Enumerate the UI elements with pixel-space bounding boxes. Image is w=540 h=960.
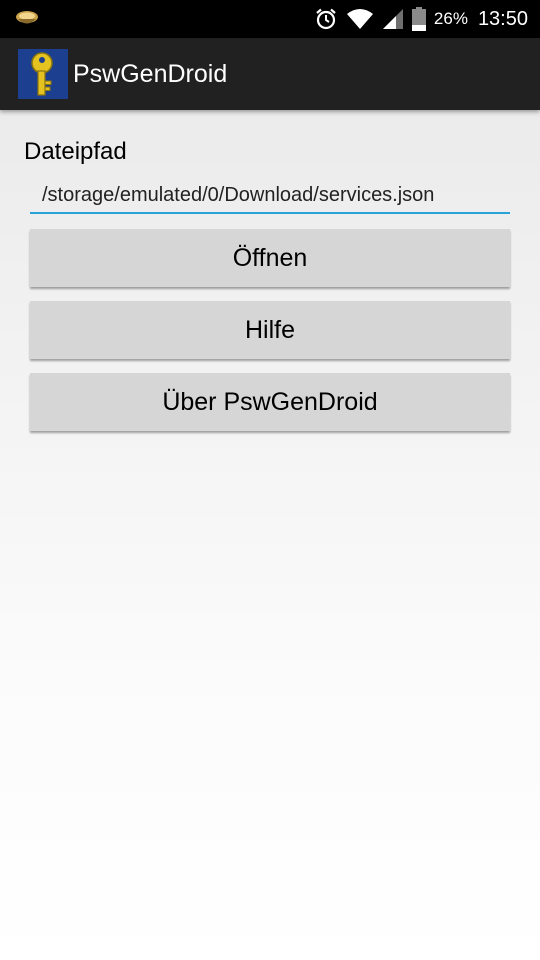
help-button[interactable]: Hilfe: [30, 301, 510, 359]
key-icon: [18, 49, 68, 99]
app-title: PswGenDroid: [73, 60, 228, 88]
open-button[interactable]: Öffnen: [30, 229, 510, 287]
battery-percentage: 26%: [433, 9, 468, 28]
file-path-input[interactable]: [30, 178, 510, 214]
status-bar: 26% 13:50: [0, 0, 540, 38]
battery-icon: [411, 7, 426, 31]
alarm-clock-icon: [316, 8, 336, 30]
about-button[interactable]: Über PswGenDroid: [30, 373, 510, 431]
file-path-label: Dateipfad: [24, 138, 127, 165]
app-bar: PswGenDroid: [0, 38, 540, 110]
status-clock: 13:50: [477, 7, 528, 30]
wifi-icon: [346, 9, 373, 29]
status-icons: 26% 13:50: [306, 0, 528, 38]
cell-signal-icon: [382, 9, 403, 29]
app-notification-icon: [16, 11, 38, 24]
